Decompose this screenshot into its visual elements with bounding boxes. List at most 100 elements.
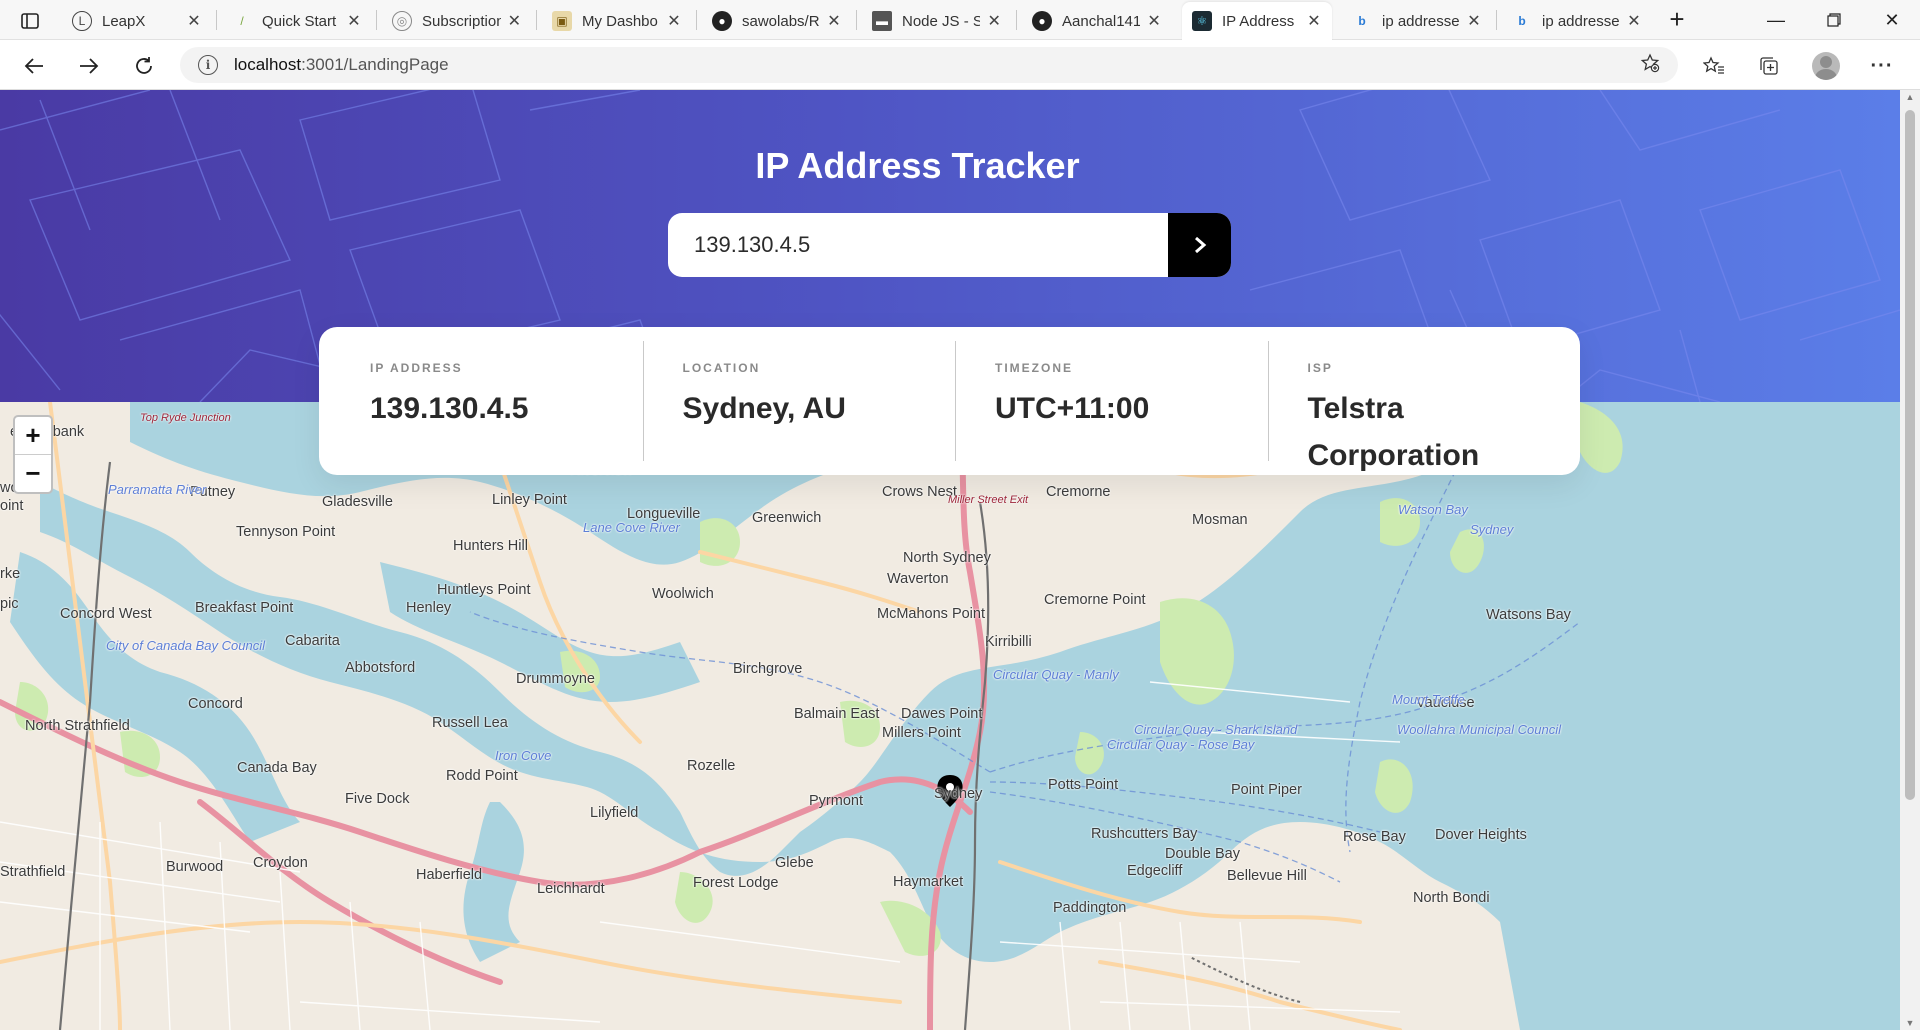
search-submit-button[interactable] [1168,213,1231,277]
tab-separator [696,10,697,30]
tab-title: Subscription [422,12,501,30]
map-place-label: Woollahra Municipal Council [1397,722,1562,737]
favorites-icon[interactable] [1698,50,1730,82]
close-tab-icon[interactable]: ✕ [1306,11,1322,31]
tab-separator [376,10,377,30]
tab-separator [536,10,537,30]
map-place-label: Circular Quay - Manly [993,667,1119,682]
profile-avatar[interactable] [1810,50,1842,82]
close-tab-icon[interactable]: ✕ [986,11,1002,31]
map-place-label: Forest Lodge [693,875,779,891]
tab-separator [856,10,857,30]
map-place-label: Double Bay [1165,846,1240,862]
nodejs-icon: ▬ [872,11,892,31]
react-icon: ⚛ [1192,11,1212,31]
map-place-label: Cremorne [1046,484,1111,500]
map-place-label: Croydon [253,855,308,871]
tab-actions-icon[interactable] [10,8,50,34]
map-place-label: City of Canada Bay Council [106,638,265,653]
map-place-label: Lane Cove River [583,520,680,535]
forward-icon[interactable] [73,50,105,82]
restore-icon[interactable] [1806,0,1862,40]
info-value: 139.130.4.5 [370,392,529,425]
close-window-icon[interactable]: ✕ [1864,0,1920,40]
map-place-label: Sydney [934,786,983,802]
zoom-out-button[interactable]: − [15,454,51,491]
tab-separator [1496,10,1497,30]
map-place-label: North Bondi [1413,890,1490,906]
browser-tab[interactable]: ⚛ IP Address ✕ [1182,2,1332,40]
map-place-label: Paddington [1053,900,1127,916]
browser-tab[interactable]: L LeapX ✕ [62,6,212,36]
map-place-label: Woolwich [652,586,714,602]
browser-tab[interactable]: / Quick Start ✕ [222,6,372,36]
scroll-up-icon[interactable]: ▲ [1904,92,1916,102]
browser-tab[interactable]: ● Aanchal141 ✕ [1022,6,1172,36]
close-tab-icon[interactable]: ✕ [186,11,202,31]
url-path: :3001/LandingPage [301,55,449,74]
close-tab-icon[interactable]: ✕ [507,11,522,31]
map-place-label: Glebe [775,855,814,871]
browser-tab[interactable]: ● sawolabs/R ✕ [702,6,852,36]
close-tab-icon[interactable]: ✕ [1146,11,1162,31]
close-tab-icon[interactable]: ✕ [666,11,682,31]
browser-tab[interactable]: b ip addresse ✕ [1502,6,1652,36]
ip-search-form [668,213,1231,277]
new-tab-button[interactable]: + [1664,6,1690,34]
tab-title: My Dashbo [582,12,658,30]
map-place-label: Canada Bay [237,760,317,776]
map-place-label: Circular Quay - Shark Island [1134,722,1298,737]
quickstart-icon: / [240,14,244,28]
minimize-icon[interactable]: — [1748,0,1804,40]
collections-icon[interactable] [1753,50,1785,82]
url-field[interactable]: i localhost:3001/LandingPage [180,47,1678,83]
browser-tab[interactable]: b ip addresse ✕ [1342,6,1492,36]
map-place-label: Gladesville [322,494,393,510]
browser-tab[interactable]: ▬ Node JS - S ✕ [862,6,1012,36]
map-place-label: Lilyfield [590,805,639,821]
more-options-icon[interactable]: ··· [1866,50,1898,82]
tab-title: Node JS - S [902,12,981,30]
info-value: Sydney, AU [682,392,846,425]
page-viewport: IP Address Tracker IP ADDRESS 139.130.4.… [0,90,1900,1030]
zoom-in-button[interactable]: + [15,417,51,454]
close-tab-icon[interactable]: ✕ [826,11,842,31]
tab-title: IP Address [1222,12,1295,30]
map-place-label: Mount Treffe [1392,692,1465,707]
ip-search-input[interactable] [668,213,1168,277]
info-ip-address: IP ADDRESS 139.130.4.5 [319,341,643,461]
map[interactable]: Top Ryde JunctioneadowbankRiverviewSt Le… [0,402,1900,1030]
tab-title: sawolabs/R [742,12,820,30]
browser-tab[interactable]: ▣ My Dashbo ✕ [542,6,692,36]
map-place-label: oint [0,498,24,514]
map-place-label: Drummoyne [516,671,595,687]
scroll-down-icon[interactable]: ▼ [1904,1018,1916,1028]
add-favorite-icon[interactable] [1640,52,1660,78]
tab-separator [1016,10,1017,30]
map-place-label: Henley [406,600,452,616]
browser-tab[interactable]: ◎ Subscription ✕ [382,6,532,36]
map-place-label: Crows Nest [882,484,957,500]
tab-title: LeapX [102,12,146,30]
github-icon: ● [1032,11,1052,31]
map-place-label: Kirribilli [985,634,1032,650]
info-timezone: TIMEZONE UTC+11:00 [955,341,1268,461]
map-place-label: Rose Bay [1343,829,1406,845]
refresh-icon[interactable] [128,50,160,82]
browser-tab-bar: L LeapX ✕ / Quick Start ✕ ◎ Subscription ✕ ▣ My Da… [0,0,1920,40]
map-place-label: Haberfield [416,867,483,883]
page-scrollbar[interactable]: ▲ ▼ [1900,90,1920,1030]
scrollbar-thumb[interactable] [1905,110,1915,800]
site-info-icon[interactable]: i [198,55,218,75]
map-place-label: Mosman [1192,512,1248,528]
map-place-label: Greenwich [752,510,822,526]
map-place-label: Rushcutters Bay [1091,826,1198,842]
close-tab-icon[interactable]: ✕ [1626,11,1642,31]
tab-title: Aanchal141 [1062,12,1141,30]
close-tab-icon[interactable]: ✕ [346,11,362,31]
url-host: localhost [234,55,302,74]
close-tab-icon[interactable]: ✕ [1466,11,1482,31]
info-value: UTC+11:00 [995,392,1150,425]
back-icon[interactable] [18,50,50,82]
map-place-label: Abbotsford [345,660,416,676]
